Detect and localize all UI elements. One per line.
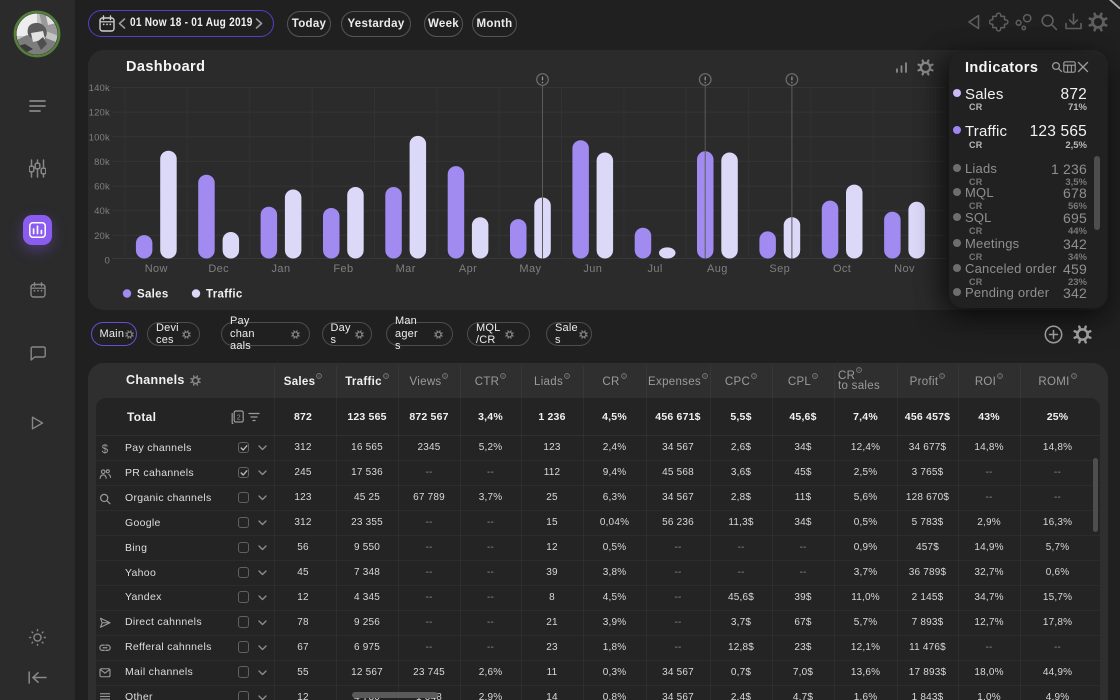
svg-text:$: $ xyxy=(102,444,109,456)
svg-text:140k: 140k xyxy=(89,83,110,94)
svg-text:80k: 80k xyxy=(94,157,110,168)
svg-text:0: 0 xyxy=(105,256,110,267)
svg-text:20k: 20k xyxy=(94,231,110,242)
svg-text:Dec: Dec xyxy=(208,263,229,275)
svg-text:Traffic: Traffic xyxy=(206,289,243,301)
svg-text:40k: 40k xyxy=(94,206,110,217)
svg-text:Nov: Nov xyxy=(894,263,915,275)
svg-text:May: May xyxy=(519,263,541,275)
svg-text:100k: 100k xyxy=(89,132,110,143)
svg-text:60k: 60k xyxy=(94,182,110,193)
svg-text:2: 2 xyxy=(237,414,241,421)
svg-text:Jun: Jun xyxy=(583,263,602,275)
svg-text:Now: Now xyxy=(145,263,168,275)
svg-text:Apr: Apr xyxy=(459,263,477,275)
svg-text:Sep: Sep xyxy=(769,263,790,275)
svg-text:Feb: Feb xyxy=(333,263,353,275)
svg-text:Aug: Aug xyxy=(707,263,728,275)
svg-text:Jan: Jan xyxy=(272,263,291,275)
svg-text:Oct: Oct xyxy=(833,263,851,275)
svg-text:Mar: Mar xyxy=(396,263,416,275)
svg-text:Sales: Sales xyxy=(137,289,169,301)
svg-text:120k: 120k xyxy=(89,108,110,119)
svg-text:Jul: Jul xyxy=(647,263,662,275)
